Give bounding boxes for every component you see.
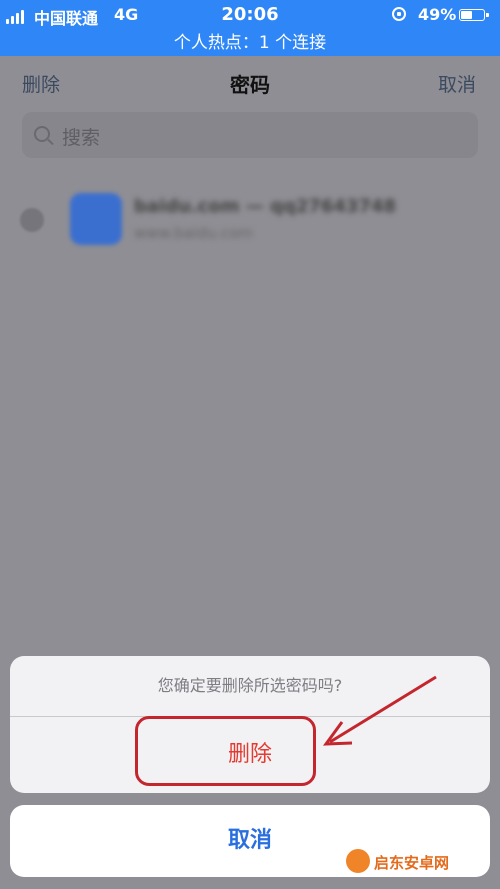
select-radio[interactable]	[20, 208, 44, 232]
cancel-nav-button[interactable]: 取消	[438, 70, 476, 97]
watermark-logo-icon	[346, 849, 370, 873]
status-row: 中国联通 4G 20:06 49%	[0, 4, 500, 28]
battery-percent: 49%	[418, 5, 457, 24]
hotspot-banner[interactable]: 个人热点：1 个连接	[0, 28, 500, 53]
page-title: 密码	[230, 73, 270, 97]
search-placeholder: 搜索	[62, 127, 101, 149]
action-sheet-message: 您确定要删除所选密码吗?	[10, 656, 490, 717]
highlight-box	[135, 716, 316, 786]
password-title: baidu.com — qq27643748	[134, 196, 397, 217]
search-icon	[34, 126, 50, 142]
password-row[interactable]: baidu.com — qq27643748 www.baidu.com	[0, 178, 500, 258]
globe-icon	[70, 193, 122, 245]
password-subtitle: www.baidu.com	[134, 224, 253, 242]
search-input[interactable]: 搜索	[22, 112, 478, 158]
battery-icon	[459, 9, 489, 21]
orientation-lock-icon	[392, 7, 406, 21]
watermark-text: 启东安卓网	[374, 854, 450, 872]
nav-bar: 删除 密码 取消	[0, 56, 500, 112]
status-bar: 中国联通 4G 20:06 49% 个人热点：1 个连接	[0, 0, 500, 56]
